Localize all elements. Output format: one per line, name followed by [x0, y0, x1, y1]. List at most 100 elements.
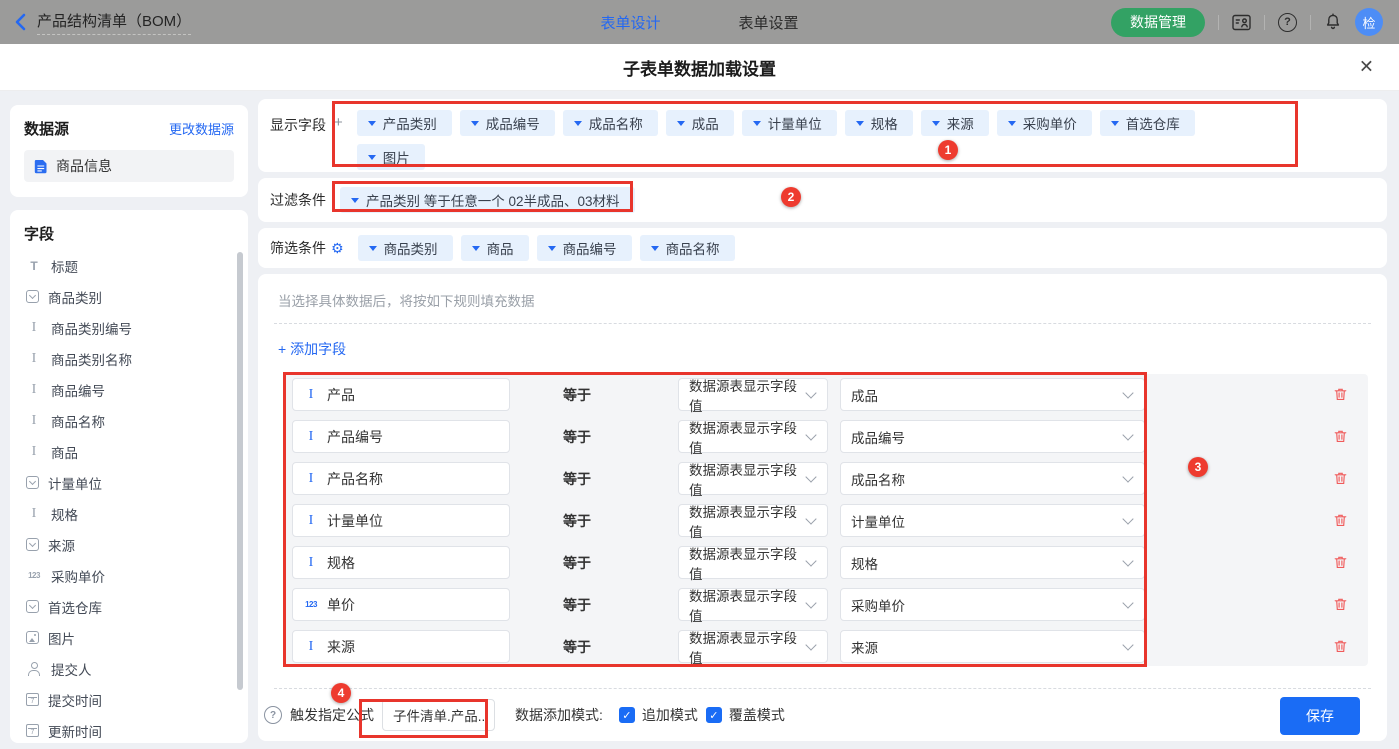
delete-icon[interactable]	[1333, 420, 1348, 453]
filter-condition-tag[interactable]: 产品类别 等于任意一个 02半成品、03材料	[340, 187, 635, 213]
rule-field-input[interactable]: 单价	[292, 588, 510, 621]
field-type-icon	[26, 444, 42, 460]
field-tag[interactable]: 来源	[921, 110, 989, 136]
rule-source-select[interactable]: 数据源表显示字段值	[678, 630, 828, 663]
rule-field-label: 来源	[327, 637, 355, 657]
delete-icon[interactable]	[1333, 462, 1348, 495]
scrollbar[interactable]	[237, 252, 243, 690]
add-display-field-icon[interactable]: +	[334, 115, 343, 130]
field-type-icon	[26, 538, 39, 551]
topbar-tab[interactable]: 表单设置	[739, 12, 799, 33]
rule-target-select[interactable]: 来源	[840, 630, 1145, 663]
field-list-item[interactable]: 商品名称	[24, 405, 234, 436]
mode-checkbox[interactable]	[706, 707, 722, 723]
bell-icon[interactable]	[1324, 13, 1342, 31]
field-tag[interactable]: 图片	[357, 144, 425, 170]
field-list-item[interactable]: 计量单位	[24, 467, 234, 498]
field-list-item-label: 商品类别名称	[51, 349, 132, 369]
field-list-item[interactable]: 商品类别名称	[24, 343, 234, 374]
rule-field-input[interactable]: 规格	[292, 546, 510, 579]
data-manage-button[interactable]: 数据管理	[1111, 8, 1205, 37]
field-tag[interactable]: 采购单价	[997, 110, 1092, 136]
rule-target-select[interactable]: 成品名称	[840, 462, 1145, 495]
chevron-down-icon	[1122, 387, 1133, 398]
field-list-item[interactable]: 提交时间	[24, 684, 234, 715]
field-tag[interactable]: 商品编号	[537, 235, 632, 261]
field-type-icon	[26, 631, 39, 644]
rule-field-input[interactable]: 产品	[292, 378, 510, 411]
mode-checkbox[interactable]	[619, 707, 635, 723]
rule-source-select[interactable]: 数据源表显示字段值	[678, 420, 828, 453]
rule-field-input[interactable]: 计量单位	[292, 504, 510, 537]
field-list-item[interactable]: 规格	[24, 498, 234, 529]
avatar[interactable]: 检	[1355, 8, 1383, 36]
rule-target-value: 计量单位	[851, 511, 905, 531]
field-tag[interactable]: 商品类别	[358, 235, 453, 261]
rule-target-value: 采购单价	[851, 595, 905, 615]
screen-filter-label: 筛选条件 ⚙	[270, 238, 344, 258]
field-tag[interactable]: 规格	[845, 110, 913, 136]
rule-target-select[interactable]: 规格	[840, 546, 1145, 579]
delete-icon[interactable]	[1333, 630, 1348, 663]
rule-field-input[interactable]: 产品名称	[292, 462, 510, 495]
rule-source-select[interactable]: 数据源表显示字段值	[678, 378, 828, 411]
datasource-item[interactable]: 商品信息	[24, 150, 234, 182]
topbar-tab[interactable]: 表单设计	[600, 12, 660, 33]
field-list-item[interactable]: 更新时间	[24, 715, 234, 743]
formula-select[interactable]: 子件清单.产品...	[382, 699, 495, 731]
field-list-item[interactable]: 商品编号	[24, 374, 234, 405]
rule-target-select[interactable]: 成品	[840, 378, 1145, 411]
change-datasource-link[interactable]: 更改数据源	[169, 119, 234, 138]
field-tag[interactable]: 成品	[666, 110, 734, 136]
field-list-item[interactable]: 首选仓库	[24, 591, 234, 622]
delete-icon[interactable]	[1333, 378, 1348, 411]
filter-condition-label: 产品类别 等于任意一个 02半成品、03材料	[366, 190, 620, 210]
field-tag[interactable]: 商品	[461, 235, 529, 261]
help-icon[interactable]: ?	[264, 706, 282, 724]
caret-down-icon	[753, 121, 761, 126]
field-list-item[interactable]: 标题	[24, 250, 234, 281]
field-tag[interactable]: 商品名称	[640, 235, 735, 261]
field-list-item[interactable]: 商品	[24, 436, 234, 467]
rule-source-select[interactable]: 数据源表显示字段值	[678, 588, 828, 621]
back-icon[interactable]	[14, 13, 26, 31]
field-list-item[interactable]: 来源	[24, 529, 234, 560]
rule-target-value: 成品名称	[851, 469, 905, 489]
gear-icon[interactable]: ⚙	[331, 240, 344, 257]
save-button[interactable]: 保存	[1280, 697, 1360, 735]
field-list-item[interactable]: 提交人	[24, 653, 234, 684]
mode-option-label: 覆盖模式	[729, 705, 785, 725]
fields-title: 字段	[24, 226, 54, 243]
field-list-item[interactable]: 图片	[24, 622, 234, 653]
delete-icon[interactable]	[1333, 546, 1348, 579]
chevron-down-icon	[805, 387, 816, 398]
rule-field-input[interactable]: 产品编号	[292, 420, 510, 453]
caret-down-icon	[368, 155, 376, 160]
divider	[1264, 15, 1265, 30]
delete-icon[interactable]	[1333, 588, 1348, 621]
field-list-item[interactable]: 商品类别	[24, 281, 234, 312]
help-icon[interactable]: ?	[1278, 13, 1297, 32]
field-list-item[interactable]: 采购单价	[24, 560, 234, 591]
contacts-icon[interactable]	[1232, 14, 1251, 31]
rule-source-select[interactable]: 数据源表显示字段值	[678, 504, 828, 537]
field-list-item-label: 提交人	[51, 659, 92, 679]
rule-source-select[interactable]: 数据源表显示字段值	[678, 546, 828, 579]
rule-target-select[interactable]: 成品编号	[840, 420, 1145, 453]
add-field-link[interactable]: + 添加字段	[278, 339, 346, 359]
field-tag[interactable]: 产品类别	[357, 110, 452, 136]
rule-field-input[interactable]: 来源	[292, 630, 510, 663]
field-tag[interactable]: 计量单位	[742, 110, 837, 136]
field-tag[interactable]: 成品名称	[563, 110, 658, 136]
field-tag[interactable]: 成品编号	[460, 110, 555, 136]
field-tag[interactable]: 首选仓库	[1100, 110, 1195, 136]
field-tag-label: 来源	[947, 113, 974, 133]
display-fields-card: 显示字段 + 产品类别 成品编号 成品名称 成品	[258, 99, 1387, 172]
page-title[interactable]: 产品结构清单（BOM）	[37, 10, 191, 35]
rule-target-select[interactable]: 计量单位	[840, 504, 1145, 537]
rule-source-select[interactable]: 数据源表显示字段值	[678, 462, 828, 495]
field-list-item[interactable]: 商品类别编号	[24, 312, 234, 343]
close-icon[interactable]: ✕	[1359, 57, 1374, 78]
rule-target-select[interactable]: 采购单价	[840, 588, 1145, 621]
delete-icon[interactable]	[1333, 504, 1348, 537]
